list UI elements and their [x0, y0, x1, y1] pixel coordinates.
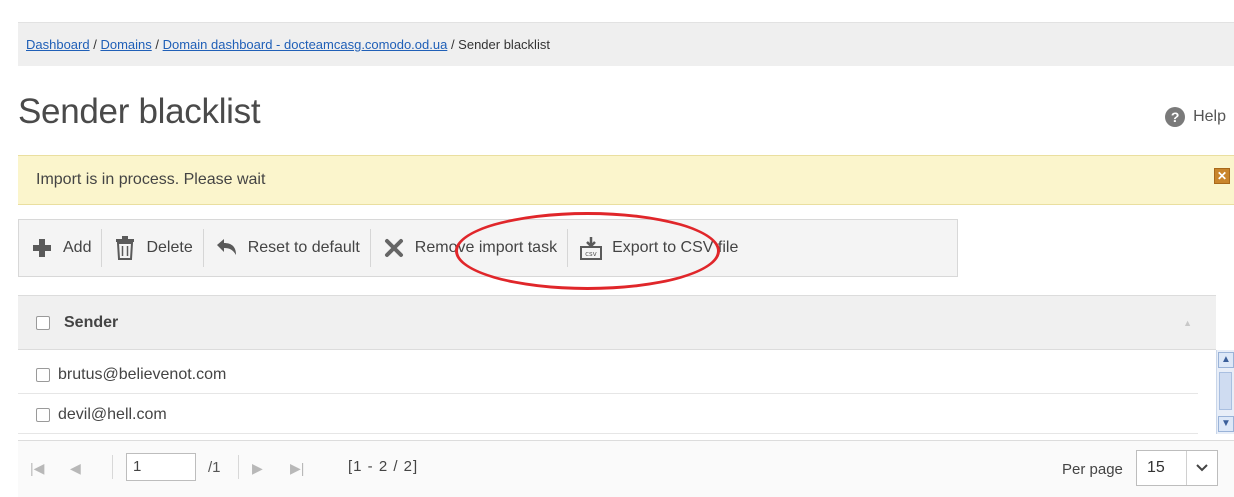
select-all-checkbox[interactable] [36, 315, 50, 330]
sender-cell: devil@hell.com [58, 405, 167, 423]
export-label: Export to CSV file [612, 239, 739, 256]
pager: |◀ ◀ 1 /1 ▶ ▶| [1 - 2 / 2] Per page 15 [18, 440, 1234, 497]
reset-label: Reset to default [247, 239, 360, 256]
next-page-icon[interactable]: ▶ [252, 460, 263, 477]
last-page-icon[interactable]: ▶| [290, 460, 304, 477]
add-button[interactable]: Add [19, 229, 103, 267]
pager-divider [112, 455, 113, 479]
per-page-label: Per page [1062, 461, 1123, 478]
per-page-select[interactable]: 15 [1136, 450, 1218, 486]
page-number-input[interactable]: 1 [126, 453, 196, 481]
toolbar: Add Delete Reset to default Remove impor… [18, 219, 958, 277]
breadcrumb: Dashboard / Domains / Domain dashboard -… [18, 22, 1234, 66]
close-icon[interactable]: ✕ [1214, 168, 1230, 184]
undo-arrow-icon [214, 235, 240, 261]
import-status-alert: Import is in process. Please wait ✕ [18, 155, 1234, 205]
table-row[interactable]: brutus@believenot.com [18, 356, 1198, 394]
x-icon [381, 235, 407, 261]
remove-import-task-button[interactable]: Remove import task [371, 229, 569, 267]
breadcrumb-link-dashboard[interactable]: Dashboard [26, 37, 90, 52]
sort-arrow-icon[interactable]: ▲ [1183, 318, 1192, 328]
breadcrumb-current: Sender blacklist [458, 37, 550, 52]
help-label: Help [1193, 108, 1226, 125]
chevron-down-icon [1186, 451, 1217, 485]
sender-cell: brutus@believenot.com [58, 365, 227, 383]
row-checkbox[interactable] [36, 367, 50, 382]
scroll-thumb[interactable] [1219, 372, 1232, 410]
page-title: Sender blacklist [18, 92, 261, 131]
previous-page-icon[interactable]: ◀ [70, 460, 81, 477]
grid-header: Sender ▲ [18, 295, 1216, 350]
add-label: Add [63, 239, 92, 256]
breadcrumb-link-domain-dashboard[interactable]: Domain dashboard - docteamcasg.comodo.od… [163, 37, 448, 52]
total-pages: /1 [208, 459, 221, 476]
record-range: [1 - 2 / 2] [348, 458, 419, 475]
csv-export-icon: csv [578, 235, 604, 261]
export-csv-button[interactable]: csv Export to CSV file [568, 229, 748, 267]
scroll-down-icon[interactable]: ▼ [1218, 416, 1234, 432]
per-page-value: 15 [1147, 459, 1165, 476]
breadcrumb-separator: / [89, 37, 101, 52]
pager-divider [238, 455, 239, 479]
alert-message: Import is in process. Please wait [36, 171, 266, 188]
table-row[interactable]: devil@hell.com [18, 396, 1198, 434]
first-page-icon[interactable]: |◀ [30, 460, 44, 477]
plus-icon [29, 235, 55, 261]
breadcrumb-link-domains[interactable]: Domains [100, 37, 151, 52]
remove-import-label: Remove import task [414, 239, 558, 256]
reset-to-default-button[interactable]: Reset to default [204, 229, 371, 267]
delete-label: Delete [146, 239, 193, 256]
trash-icon [112, 235, 138, 261]
svg-text:csv: csv [585, 250, 597, 258]
breadcrumb-separator: / [151, 37, 163, 52]
vertical-scrollbar[interactable]: ▲ ▼ [1216, 350, 1234, 434]
row-checkbox[interactable] [36, 407, 50, 422]
breadcrumb-separator: / [447, 37, 459, 52]
column-header-sender[interactable]: Sender [64, 314, 118, 332]
help-link[interactable]: ? Help [1165, 107, 1226, 127]
question-circle-icon: ? [1165, 107, 1186, 127]
delete-button[interactable]: Delete [102, 229, 204, 267]
scroll-up-icon[interactable]: ▲ [1218, 352, 1234, 368]
